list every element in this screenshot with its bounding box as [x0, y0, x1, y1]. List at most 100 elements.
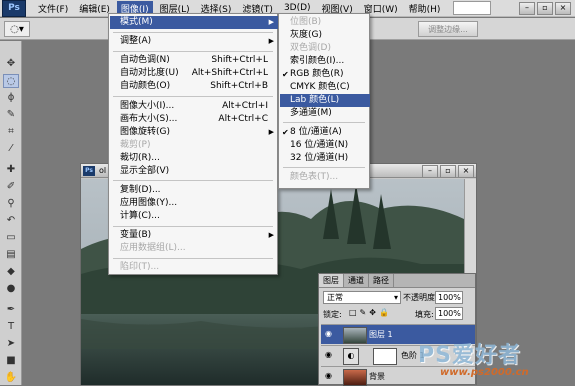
eye-icon[interactable]: ◉: [325, 372, 335, 380]
layers-panel-tabs: 图层 通道 路径: [319, 274, 475, 288]
fill-field[interactable]: 100%: [435, 307, 463, 320]
image-menu-item[interactable]: 显示全部(V): [110, 165, 278, 178]
zoom-control[interactable]: [453, 1, 492, 15]
image-menu-item[interactable]: 调整(A) ▶: [110, 35, 278, 48]
image-menu-item-label: 图像旋转(G): [120, 127, 170, 137]
mode-menu-item-label: 16 位/通道(N): [290, 140, 349, 150]
marquee-tool-icon[interactable]: ◌: [3, 74, 19, 88]
mode-menu-item[interactable]: 索引颜色(I)...: [280, 55, 370, 68]
restore-icon[interactable]: ▫: [537, 2, 553, 15]
image-menu-item[interactable]: 模式(M) ▶: [110, 16, 278, 29]
pen-tool-icon[interactable]: ✒: [3, 303, 19, 317]
mode-menu-item-label: CMYK 颜色(C): [290, 82, 350, 92]
image-menu-item[interactable]: 自动颜色(O) Shift+Ctrl+B: [110, 80, 278, 93]
image-menu-item[interactable]: 自动色调(N) Shift+Ctrl+L: [110, 54, 278, 67]
mode-menu-item-label: 位图(B): [290, 17, 322, 27]
image-menu-item[interactable]: 图像大小(I)... Alt+Ctrl+I: [110, 100, 278, 113]
image-menu-item: 裁剪(P): [110, 139, 278, 152]
lasso-tool-icon[interactable]: ϕ: [3, 91, 19, 105]
mode-menu-item-label: 双色调(D): [290, 43, 331, 53]
image-menu-item[interactable]: 图像旋转(G) ▶: [110, 126, 278, 139]
mode-menu-item[interactable]: 多通道(M): [280, 107, 370, 120]
minimize-icon[interactable]: –: [519, 2, 535, 15]
adjust-edge-button[interactable]: 调整边缘...: [418, 21, 478, 37]
move-tool-icon[interactable]: ✥: [3, 57, 19, 71]
brush-tool-icon[interactable]: ✐: [3, 180, 19, 194]
image-menu-item-shortcut: Alt+Shift+Ctrl+L: [191, 68, 268, 78]
tab-layers[interactable]: 图层: [319, 274, 344, 287]
opacity-field[interactable]: 100%: [435, 291, 463, 304]
mode-menu-item: 位图(B): [280, 16, 370, 29]
type-tool-icon[interactable]: T: [3, 320, 19, 334]
mode-menu-item-label: 8 位/通道(A): [290, 127, 342, 137]
tool-preset-picker[interactable]: ◌▾: [4, 21, 30, 37]
eraser-tool-icon[interactable]: ▭: [3, 231, 19, 245]
close-icon[interactable]: ×: [555, 2, 571, 15]
image-menu-item[interactable]: 变量(B) ▶: [110, 229, 278, 242]
doc-close-icon[interactable]: ×: [458, 165, 474, 178]
submenu-arrow-icon: ▶: [268, 128, 274, 136]
mode-menu-item[interactable]: CMYK 颜色(C): [280, 81, 370, 94]
image-menu-item[interactable]: 画布大小(S)... Alt+Ctrl+C: [110, 113, 278, 126]
mode-menu-item[interactable]: 16 位/通道(N): [280, 139, 370, 152]
image-menu-item-label: 自动对比度(U): [120, 68, 179, 78]
image-menu-item-label: 陷印(T)...: [120, 262, 160, 272]
mode-submenu: 位图(B) 灰度(G) 双色调(D) 索引颜色(I)... ✔ RGB 颜色(R) CMYK…: [278, 13, 370, 189]
quick-select-tool-icon[interactable]: ✎: [3, 108, 19, 122]
menu-help[interactable]: 帮助(H): [405, 1, 445, 16]
menu-file[interactable]: 文件(F): [34, 1, 72, 16]
image-menu-item: 应用数据组(L)...: [110, 242, 278, 255]
watermark-logo: PS爱好者: [418, 343, 521, 368]
lock-icons[interactable]: □✎✥🔒: [349, 308, 392, 317]
image-menu-item-shortcut: Shift+Ctrl+B: [210, 81, 268, 91]
image-menu-item[interactable]: 应用图像(Y)...: [110, 197, 278, 210]
document-title: ol: [99, 166, 107, 175]
doc-restore-icon[interactable]: ▫: [440, 165, 456, 178]
image-menu-item: 陷印(T)...: [110, 261, 278, 274]
hand-tool-icon[interactable]: ✋: [3, 371, 19, 385]
menu-separator: [283, 167, 365, 168]
image-menu-item[interactable]: 计算(C)...: [110, 210, 278, 223]
mode-menu-item-label: 32 位/通道(H): [290, 153, 349, 163]
photoshop-logo: Ps: [2, 0, 26, 17]
tab-paths[interactable]: 路径: [369, 274, 394, 287]
image-menu-item-label: 裁切(R)...: [120, 153, 160, 163]
path-selection-tool-icon[interactable]: ➤: [3, 337, 19, 351]
mode-menu-item-label: Lab 颜色(L): [290, 95, 340, 105]
window-controls: – ▫ ×: [519, 2, 571, 15]
eye-icon[interactable]: ◉: [325, 351, 335, 359]
adjustment-icon: ◐: [343, 348, 359, 365]
mode-menu-item[interactable]: Lab 颜色(L): [280, 94, 370, 107]
mode-menu-item[interactable]: 32 位/通道(H): [280, 152, 370, 165]
shape-tool-icon[interactable]: ■: [3, 354, 19, 368]
image-menu-item-label: 裁剪(P): [120, 140, 151, 150]
gradient-tool-icon[interactable]: ▤: [3, 248, 19, 262]
mode-menu-item[interactable]: ✔ 8 位/通道(A): [280, 126, 370, 139]
image-menu-item[interactable]: 裁切(R)...: [110, 152, 278, 165]
watermark-url: www.ps2000.cn: [440, 367, 529, 378]
checkmark-icon: ✔: [282, 70, 289, 79]
mode-menu-item[interactable]: ✔ RGB 颜色(R): [280, 68, 370, 81]
blur-tool-icon[interactable]: ◆: [3, 265, 19, 279]
mode-menu-item: 颜色表(T)...: [280, 171, 370, 184]
image-menu-item-label: 自动颜色(O): [120, 81, 171, 91]
image-menu-item[interactable]: 自动对比度(U) Alt+Shift+Ctrl+L: [110, 67, 278, 80]
history-brush-tool-icon[interactable]: ↶: [3, 214, 19, 228]
eye-icon[interactable]: ◉: [325, 330, 335, 338]
healing-brush-tool-icon[interactable]: ✚: [3, 163, 19, 177]
submenu-arrow-icon: ▶: [268, 231, 274, 239]
tab-channels[interactable]: 通道: [344, 274, 369, 287]
menu-separator: [113, 32, 273, 33]
crop-tool-icon[interactable]: ⌗: [3, 125, 19, 139]
menu-separator: [113, 51, 273, 52]
eyedropper-tool-icon[interactable]: ⁄: [3, 142, 19, 156]
toolbox: ✥ ◌ ϕ ✎ ⌗ ⁄ ✚ ✐ ⚲ ↶ ▭ ▤ ◆ ● ✒ T ➤ ■ ✋: [0, 41, 22, 385]
clone-stamp-tool-icon[interactable]: ⚲: [3, 197, 19, 211]
menu-separator: [113, 258, 273, 259]
dodge-tool-icon[interactable]: ●: [3, 282, 19, 296]
mode-menu-item[interactable]: 灰度(G): [280, 29, 370, 42]
doc-minimize-icon[interactable]: –: [422, 165, 438, 178]
image-menu-item-label: 变量(B): [120, 230, 152, 240]
image-menu-item[interactable]: 复制(D)...: [110, 184, 278, 197]
blend-mode-select[interactable]: 正常 ▾: [323, 291, 401, 304]
